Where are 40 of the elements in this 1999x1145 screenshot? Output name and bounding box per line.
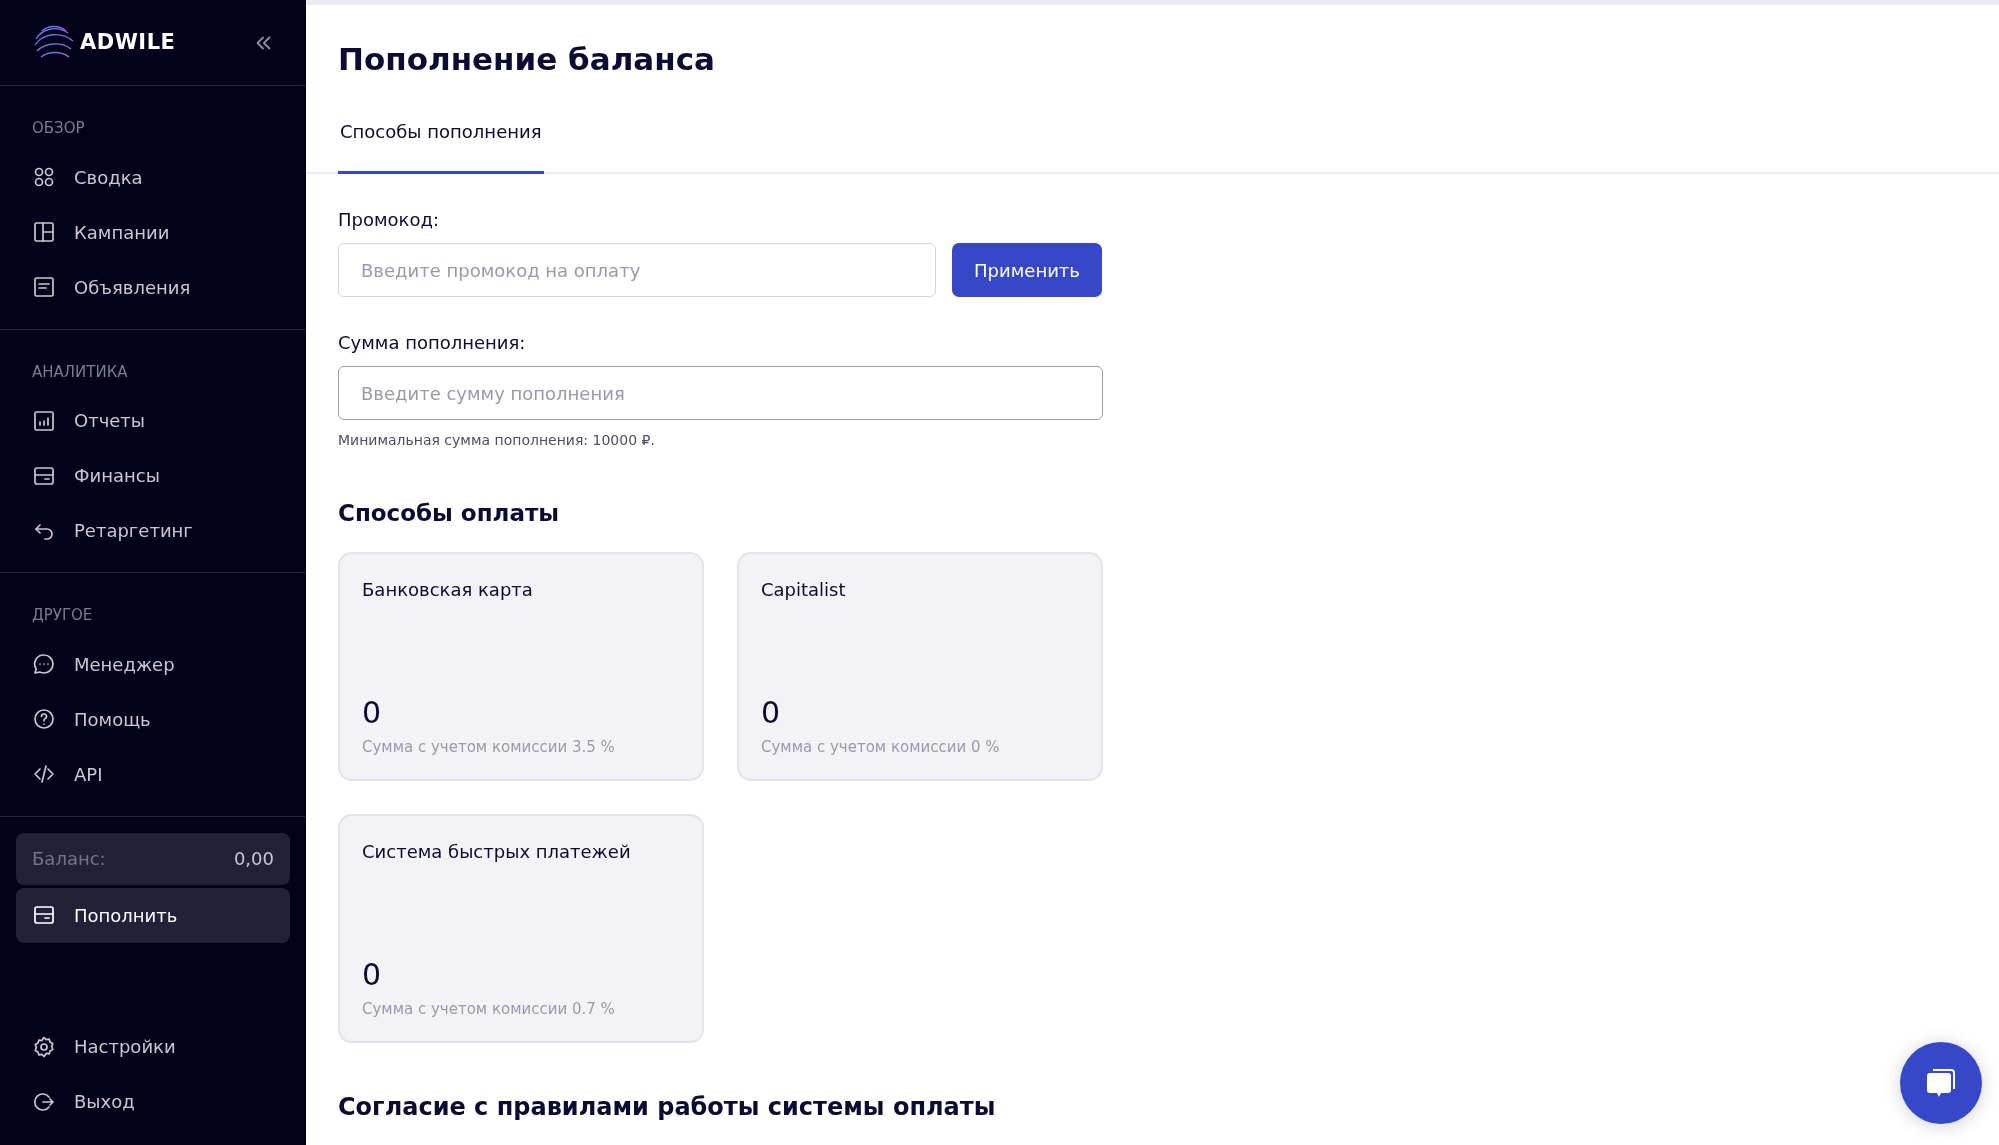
section-title: АНАЛИТИКА (31, 361, 129, 383)
sidebar-item[interactable]: Помощь (16, 691, 290, 747)
sidebar-item[interactable]: Финансы (16, 448, 290, 503)
section-heading: Способы оплаты (338, 500, 560, 528)
balance-label: Баланс: (32, 847, 106, 871)
amount-value: 0 (362, 693, 382, 732)
sidebar-item[interactable]: Пополнить (16, 887, 290, 943)
section-heading: Согласие с правилами работы системы оплаты (338, 1092, 996, 1122)
hint-text: Минимальная сумма пополнения: 10000 ₽. (338, 431, 655, 451)
field-label: Промокод: (338, 208, 439, 233)
sidebar-item[interactable]: Настройки (16, 1019, 290, 1074)
amount-value: 0 (362, 955, 382, 994)
commission-note: Сумма с учетом комиссии 0.7 % (362, 999, 615, 1018)
payment-method-card[interactable]: Система быстрых платежей 0 Сумма с учетом комиссии 0.7 % (338, 813, 704, 1043)
amount-field[interactable]: Введите сумму пополнения (338, 366, 1103, 421)
commission-note: Сумма с учетом комиссии 0 % (761, 737, 1000, 756)
sidebar-item[interactable]: Объявления (16, 259, 290, 315)
apply-button[interactable]: Применить (952, 243, 1102, 298)
amount-value: 0 (761, 693, 781, 732)
page-title: Пополнение баланса (338, 41, 715, 79)
promo-code-field[interactable]: Введите промокод на оплату (338, 243, 936, 298)
logo-text: ADWILE (80, 28, 176, 56)
sidebar-item[interactable]: Кампании (16, 204, 290, 260)
sidebar-item[interactable]: Ретаргетинг (16, 503, 290, 558)
field-label: Сумма пополнения: (338, 331, 526, 356)
method-name: Система быстрых платежей (362, 839, 631, 864)
method-name: Банковская карта (362, 577, 533, 602)
commission-note: Сумма с учетом комиссии 3.5 % (362, 737, 615, 756)
sidebar-item[interactable]: API (16, 746, 290, 802)
tab[interactable]: Способы пополнения (338, 108, 544, 175)
section-title: ОБЗОР (31, 118, 86, 139)
sidebar-item[interactable]: Отчеты (16, 393, 290, 448)
payment-method-card[interactable]: Capitalist 0 Сумма с учетом комиссии 0 % (737, 551, 1103, 781)
balance-value: 0,00 (233, 847, 274, 871)
sidebar-item[interactable]: Выход (16, 1074, 290, 1129)
payment-method-card[interactable]: Банковская карта 0 Сумма с учетом комиссии 3.5 % (338, 551, 704, 781)
sidebar-item[interactable]: Менеджер (16, 636, 290, 692)
method-name: Capitalist (761, 577, 846, 602)
sidebar-item[interactable]: Сводка (16, 149, 290, 205)
section-title: ДРУГОЕ (31, 605, 94, 626)
